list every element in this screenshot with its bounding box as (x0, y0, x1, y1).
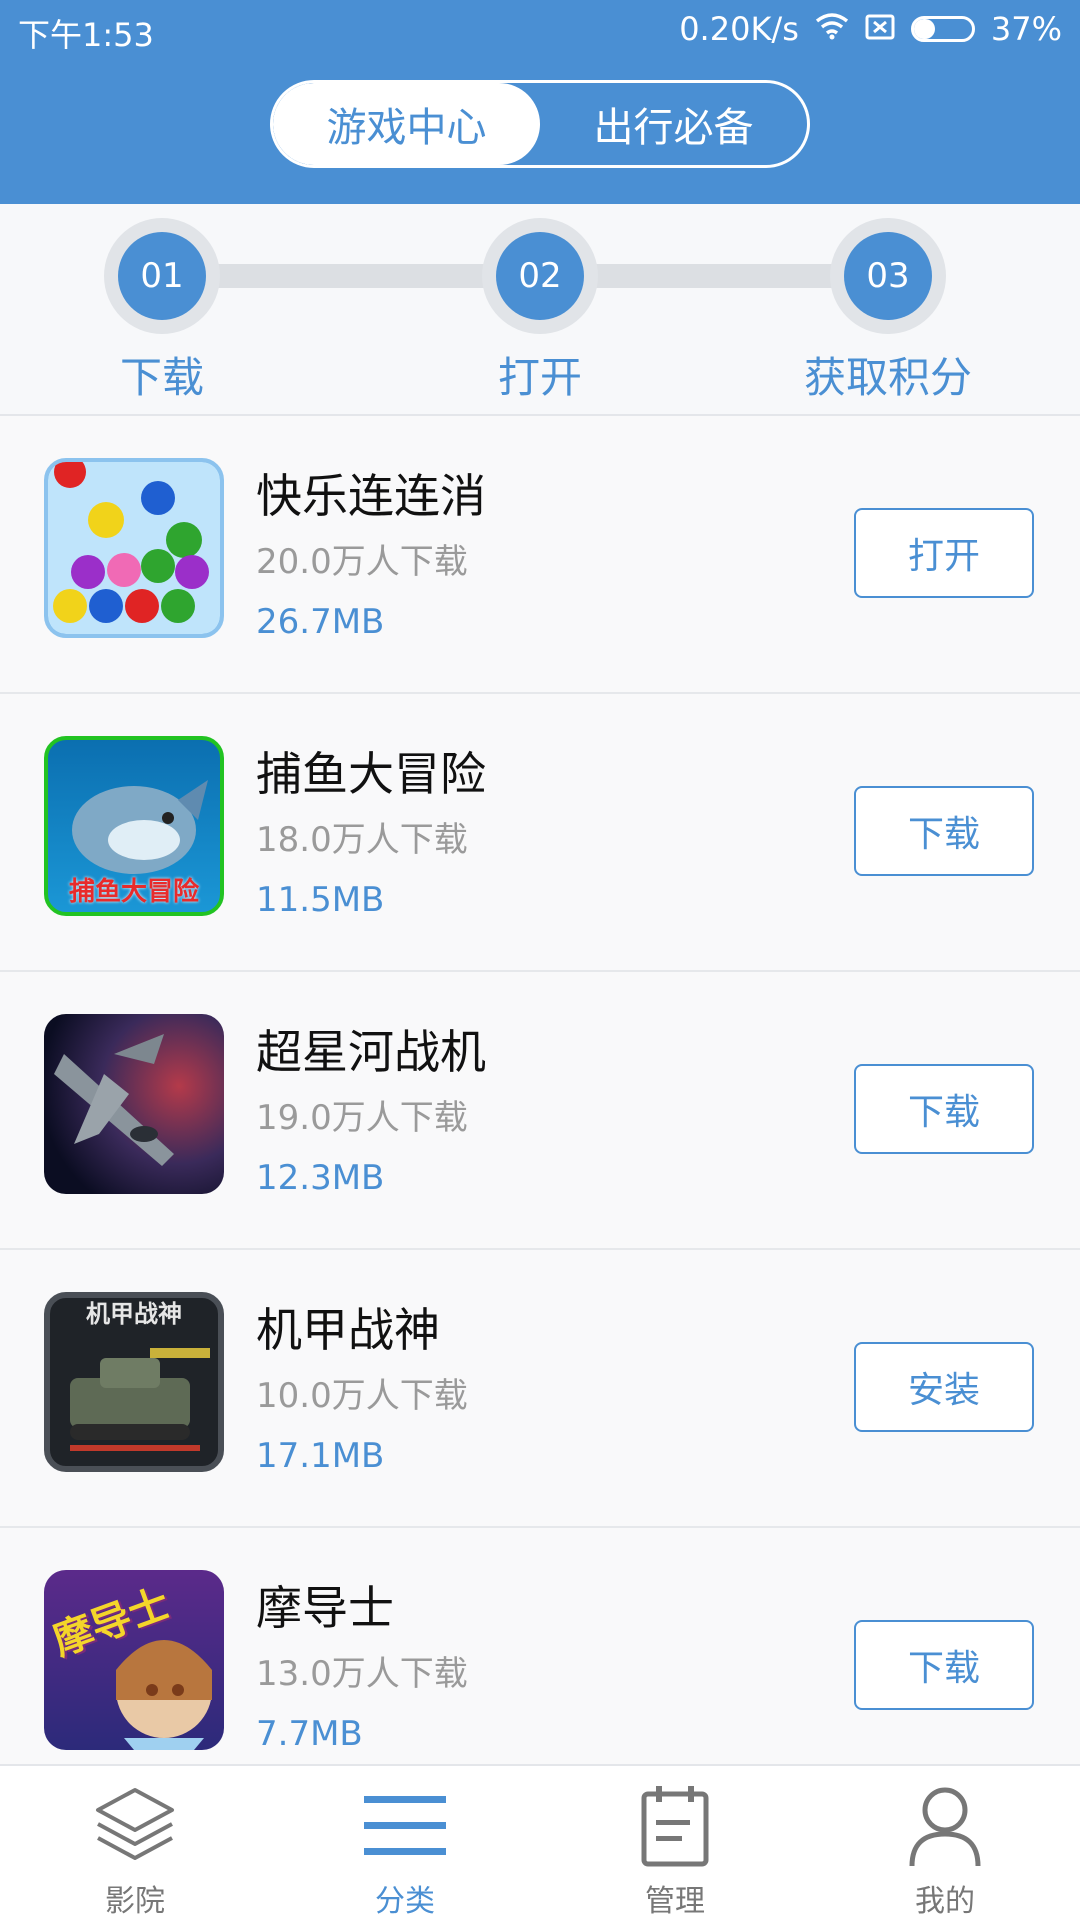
mecha-tank-icon: 机甲战神 (44, 1292, 224, 1472)
app-name: 快乐连连消 (256, 469, 486, 523)
app-size: 12.3MB (256, 1158, 385, 1198)
nav-manage[interactable]: 管理 (540, 1766, 810, 1922)
open-button[interactable]: 打开 (854, 508, 1034, 598)
battery-icon (910, 16, 975, 42)
nav-category[interactable]: 分类 (270, 1766, 540, 1922)
list-item[interactable]: 超星河战机 19.0万人下载 12.3MB 下载 (0, 972, 1080, 1250)
download-count: 19.0万人下载 (256, 1098, 468, 1138)
no-sim-icon (865, 10, 895, 48)
download-count: 18.0万人下载 (256, 820, 468, 860)
nav-label: 影院 (105, 1884, 165, 1919)
fishing-game-icon: 捕鱼大冒险 (44, 736, 224, 916)
category-switch: 游戏中心 出行必备 (270, 80, 810, 168)
download-count: 20.0万人下载 (256, 542, 468, 582)
anime-girl-icon: 摩导士 (44, 1570, 224, 1750)
step-3-label: 获取积分 (803, 353, 973, 402)
app-size: 11.5MB (256, 880, 385, 920)
fighter-jet-icon (44, 1014, 224, 1194)
list-item[interactable]: 快乐连连消 20.0万人下载 26.7MB 打开 (0, 416, 1080, 694)
clipboard-icon (641, 1786, 709, 1867)
nav-label: 我的 (915, 1884, 975, 1919)
download-count: 13.0万人下载 (256, 1654, 468, 1694)
status-bar: 下午1:53 0.20K/s 37% (0, 0, 1080, 62)
tab-game-center[interactable]: 游戏中心 (273, 83, 540, 165)
download-button[interactable]: 下载 (854, 786, 1034, 876)
step-2-label: 打开 (497, 353, 583, 402)
nav-mine[interactable]: 我的 (810, 1766, 1080, 1922)
step-3-circle: 03 (844, 232, 932, 320)
app-size: 17.1MB (256, 1436, 385, 1476)
app-name: 机甲战神 (256, 1303, 440, 1357)
top-header: 下午1:53 0.20K/s 37% 游戏中心 出行必备 (0, 0, 1080, 204)
download-button[interactable]: 下载 (854, 1620, 1034, 1710)
step-1-circle: 01 (118, 232, 206, 320)
wifi-icon (815, 10, 849, 48)
tab-travel-essentials[interactable]: 出行必备 (540, 83, 807, 165)
app-size: 26.7MB (256, 602, 385, 642)
app-list: 快乐连连消 20.0万人下载 26.7MB 打开 捕鱼大冒险 捕鱼大冒险 18.… (0, 416, 1080, 1806)
steps-progress: 01 02 03 下载 打开 获取积分 (0, 204, 1080, 416)
menu-lines-icon (364, 1796, 446, 1855)
app-name: 超星河战机 (256, 1025, 486, 1079)
app-name: 摩导士 (256, 1581, 394, 1635)
fishing-icon-text: 捕鱼大冒险 (68, 877, 199, 907)
download-count: 10.0万人下载 (256, 1376, 468, 1416)
app-name: 捕鱼大冒险 (256, 747, 486, 801)
step-1-label: 下载 (119, 353, 205, 402)
layers-icon (96, 1788, 174, 1860)
user-icon (909, 1787, 981, 1867)
install-button[interactable]: 安装 (854, 1342, 1034, 1432)
bubble-game-icon (44, 458, 224, 638)
nav-cinema[interactable]: 影院 (0, 1766, 270, 1922)
status-indicators: 0.20K/s 37% (679, 10, 1062, 48)
status-time: 下午1:53 (18, 16, 154, 54)
nav-label: 管理 (645, 1884, 705, 1919)
step-2-circle: 02 (496, 232, 584, 320)
download-button[interactable]: 下载 (854, 1064, 1034, 1154)
net-speed: 0.20K/s (679, 10, 799, 48)
bottom-nav: 影院 分类 管理 我的 (0, 1764, 1080, 1922)
battery-level (913, 19, 936, 39)
nav-label: 分类 (375, 1884, 435, 1919)
mecha-icon-text: 机甲战神 (86, 1300, 182, 1328)
list-item[interactable]: 捕鱼大冒险 捕鱼大冒险 18.0万人下载 11.5MB 下载 (0, 694, 1080, 972)
list-item[interactable]: 机甲战神 机甲战神 10.0万人下载 17.1MB 安装 (0, 1250, 1080, 1528)
battery-percent: 37% (990, 10, 1062, 48)
app-size: 7.7MB (256, 1714, 363, 1754)
